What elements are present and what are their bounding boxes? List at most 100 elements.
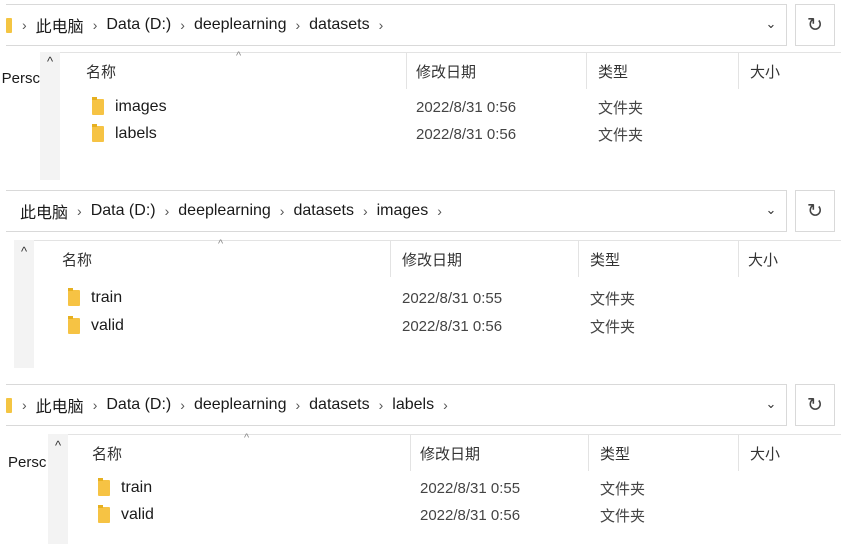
file-date: 2022/8/31 0:56 bbox=[416, 98, 517, 116]
file-type: 文件夹 bbox=[590, 290, 636, 308]
breadcrumb-data-drive[interactable]: Data (D:) bbox=[106, 396, 171, 414]
column-divider[interactable] bbox=[578, 241, 579, 277]
navigation-pane-scrollbar[interactable] bbox=[14, 240, 34, 368]
chevron-right-icon[interactable]: › bbox=[363, 203, 368, 219]
column-header-date[interactable]: 修改日期 bbox=[402, 241, 462, 277]
refresh-icon[interactable]: ↻ bbox=[795, 190, 835, 232]
sort-ascending-icon: ^ bbox=[244, 432, 250, 444]
chevron-right-icon[interactable]: › bbox=[443, 397, 448, 413]
explorer-panel-labels: › 此电脑 › Data (D:) › deeplearning › datas… bbox=[0, 382, 841, 544]
sort-ascending-icon: ^ bbox=[218, 238, 224, 250]
chevron-right-icon[interactable]: › bbox=[22, 397, 27, 413]
column-divider[interactable] bbox=[586, 53, 587, 89]
folder-icon bbox=[98, 505, 110, 523]
column-header: ^ 名称 修改日期 类型 大小 bbox=[60, 50, 841, 89]
file-type: 文件夹 bbox=[598, 126, 644, 144]
file-name: labels bbox=[115, 125, 157, 142]
column-divider[interactable] bbox=[390, 241, 391, 277]
navigation-pane-item[interactable]: Persc bbox=[0, 70, 40, 87]
column-divider[interactable] bbox=[738, 435, 739, 471]
chevron-right-icon[interactable]: › bbox=[93, 397, 98, 413]
column-header-size[interactable]: 大小 bbox=[748, 241, 778, 277]
column-header: ^ 名称 修改日期 类型 大小 bbox=[68, 432, 841, 471]
address-bar[interactable]: › 此电脑 › Data (D:) › deeplearning › datas… bbox=[6, 384, 787, 426]
file-name: train bbox=[121, 479, 153, 496]
breadcrumb-images[interactable]: images bbox=[377, 202, 429, 220]
chevron-right-icon[interactable]: › bbox=[165, 203, 170, 219]
breadcrumb-data-drive[interactable]: Data (D:) bbox=[91, 202, 156, 220]
breadcrumb-deeplearning[interactable]: deeplearning bbox=[194, 396, 287, 414]
file-name: valid bbox=[91, 317, 124, 334]
chevron-right-icon[interactable]: › bbox=[180, 397, 185, 413]
chevron-down-icon[interactable]: ⌄ bbox=[756, 4, 786, 44]
folder-icon bbox=[6, 17, 12, 33]
scroll-up-icon[interactable]: ^ bbox=[48, 438, 68, 453]
breadcrumb-deeplearning[interactable]: deeplearning bbox=[194, 16, 287, 34]
breadcrumb-labels[interactable]: labels bbox=[392, 396, 434, 414]
chevron-down-icon[interactable]: ⌄ bbox=[756, 190, 786, 230]
file-date: 2022/8/31 0:56 bbox=[420, 506, 521, 524]
file-date: 2022/8/31 0:56 bbox=[416, 125, 517, 143]
column-header-date[interactable]: 修改日期 bbox=[416, 53, 476, 89]
column-header-name[interactable]: 名称 bbox=[86, 53, 116, 89]
explorer-panel-images: 此电脑 › Data (D:) › deeplearning › dataset… bbox=[0, 188, 841, 370]
folder-icon bbox=[92, 97, 104, 115]
file-type: 文件夹 bbox=[598, 99, 644, 117]
folder-icon bbox=[68, 288, 80, 306]
column-header-type[interactable]: 类型 bbox=[590, 241, 620, 277]
file-name: valid bbox=[121, 506, 154, 523]
breadcrumb-this-pc[interactable]: 此电脑 bbox=[36, 13, 84, 37]
scroll-up-icon[interactable]: ^ bbox=[40, 54, 60, 69]
navigation-pane-item[interactable]: Persc bbox=[8, 454, 48, 471]
address-bar[interactable]: › 此电脑 › Data (D:) › deeplearning › datas… bbox=[6, 4, 787, 46]
folder-icon bbox=[68, 316, 80, 334]
refresh-icon[interactable]: ↻ bbox=[795, 384, 835, 426]
scroll-up-icon[interactable]: ^ bbox=[14, 244, 34, 259]
chevron-right-icon[interactable]: › bbox=[295, 17, 300, 33]
column-header-type[interactable]: 类型 bbox=[600, 435, 630, 471]
column-header-type[interactable]: 类型 bbox=[598, 53, 628, 89]
column-header-date[interactable]: 修改日期 bbox=[420, 435, 480, 471]
chevron-right-icon[interactable]: › bbox=[295, 397, 300, 413]
breadcrumb-this-pc[interactable]: 此电脑 bbox=[20, 199, 68, 223]
breadcrumb-deeplearning[interactable]: deeplearning bbox=[178, 202, 271, 220]
column-divider[interactable] bbox=[406, 53, 407, 89]
column-header-size[interactable]: 大小 bbox=[750, 435, 780, 471]
folder-icon bbox=[92, 124, 104, 142]
file-date: 2022/8/31 0:55 bbox=[420, 479, 521, 497]
column-header: ^ 名称 修改日期 类型 大小 bbox=[34, 238, 841, 277]
chevron-right-icon[interactable]: › bbox=[437, 203, 442, 219]
folder-icon bbox=[98, 478, 110, 496]
breadcrumb-datasets[interactable]: datasets bbox=[309, 396, 369, 414]
column-divider[interactable] bbox=[410, 435, 411, 471]
chevron-right-icon[interactable]: › bbox=[180, 17, 185, 33]
column-header-name[interactable]: 名称 bbox=[92, 435, 122, 471]
chevron-right-icon[interactable]: › bbox=[379, 17, 384, 33]
column-divider[interactable] bbox=[738, 53, 739, 89]
file-date: 2022/8/31 0:56 bbox=[402, 317, 503, 335]
file-type: 文件夹 bbox=[600, 480, 646, 498]
breadcrumb-this-pc[interactable]: 此电脑 bbox=[36, 393, 84, 417]
chevron-down-icon[interactable]: ⌄ bbox=[756, 384, 786, 424]
column-divider[interactable] bbox=[588, 435, 589, 471]
column-header-size[interactable]: 大小 bbox=[750, 53, 780, 89]
column-divider[interactable] bbox=[738, 241, 739, 277]
explorer-panel-datasets: › 此电脑 › Data (D:) › deeplearning › datas… bbox=[0, 2, 841, 182]
navigation-pane-scrollbar[interactable] bbox=[40, 52, 60, 180]
breadcrumb-datasets[interactable]: datasets bbox=[309, 16, 369, 34]
chevron-right-icon[interactable]: › bbox=[280, 203, 285, 219]
refresh-icon[interactable]: ↻ bbox=[795, 4, 835, 46]
file-type: 文件夹 bbox=[590, 318, 636, 336]
breadcrumb-datasets[interactable]: datasets bbox=[293, 202, 353, 220]
folder-icon bbox=[6, 397, 12, 413]
chevron-right-icon[interactable]: › bbox=[379, 397, 384, 413]
file-name: train bbox=[91, 289, 123, 306]
column-header-name[interactable]: 名称 bbox=[62, 241, 92, 277]
sort-ascending-icon: ^ bbox=[236, 50, 242, 62]
chevron-right-icon[interactable]: › bbox=[93, 17, 98, 33]
address-bar[interactable]: 此电脑 › Data (D:) › deeplearning › dataset… bbox=[6, 190, 787, 232]
chevron-right-icon[interactable]: › bbox=[22, 17, 27, 33]
breadcrumb-data-drive[interactable]: Data (D:) bbox=[106, 16, 171, 34]
chevron-right-icon[interactable]: › bbox=[77, 203, 82, 219]
file-date: 2022/8/31 0:55 bbox=[402, 289, 503, 307]
